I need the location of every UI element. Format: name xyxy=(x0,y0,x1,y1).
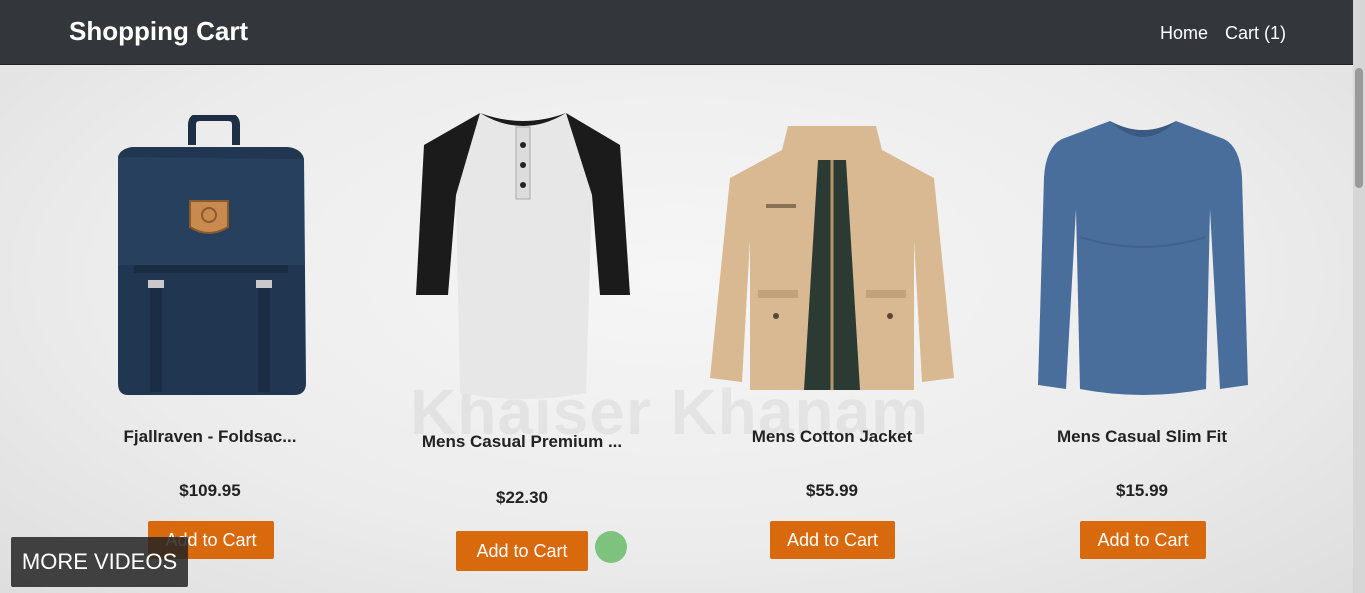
nav-cart-link[interactable]: Cart (1) xyxy=(1225,23,1286,44)
navbar: Shopping Cart Home Cart (1) xyxy=(0,0,1365,65)
scrollbar-thumb[interactable] xyxy=(1355,68,1363,188)
nav-home-link[interactable]: Home xyxy=(1160,23,1208,44)
add-to-cart-button[interactable]: Add to Cart xyxy=(1080,521,1206,559)
add-to-cart-button[interactable]: Add to Cart xyxy=(770,521,895,559)
brand-title[interactable]: Shopping Cart xyxy=(69,16,248,47)
product-card: Fjallraven - Foldsac... $109.95 Add to C… xyxy=(60,65,360,593)
product-card: Mens Cotton Jacket $55.99 Add to Cart xyxy=(682,65,982,593)
product-card: Mens Casual Premium ... $22.30 Add to Ca… xyxy=(372,65,672,593)
product-title[interactable]: Mens Cotton Jacket xyxy=(682,427,982,447)
product-price: $109.95 xyxy=(179,481,241,500)
cursor-highlight xyxy=(595,531,627,563)
raglan-tshirt-icon[interactable] xyxy=(410,105,636,405)
add-to-cart-button[interactable]: Add to Cart xyxy=(456,531,588,571)
more-videos-button[interactable]: MORE VIDEOS xyxy=(11,537,188,587)
product-price: $55.99 xyxy=(806,481,858,500)
product-price: $22.30 xyxy=(496,488,548,507)
product-card: Mens Casual Slim Fit $15.99 Add to Cart xyxy=(992,65,1292,593)
product-title[interactable]: Fjallraven - Foldsac... xyxy=(60,427,360,447)
backpack-icon[interactable] xyxy=(110,115,310,405)
product-title[interactable]: Mens Casual Slim Fit xyxy=(992,427,1292,447)
product-grid: Khaiser Khanam Fjallraven - Foldsac... $… xyxy=(0,65,1353,593)
scrollbar[interactable] xyxy=(1353,0,1365,593)
longsleeve-shirt-icon[interactable] xyxy=(1034,117,1252,401)
jacket-icon[interactable] xyxy=(708,120,956,400)
product-title[interactable]: Mens Casual Premium ... xyxy=(372,432,672,452)
product-price: $15.99 xyxy=(1116,481,1168,500)
